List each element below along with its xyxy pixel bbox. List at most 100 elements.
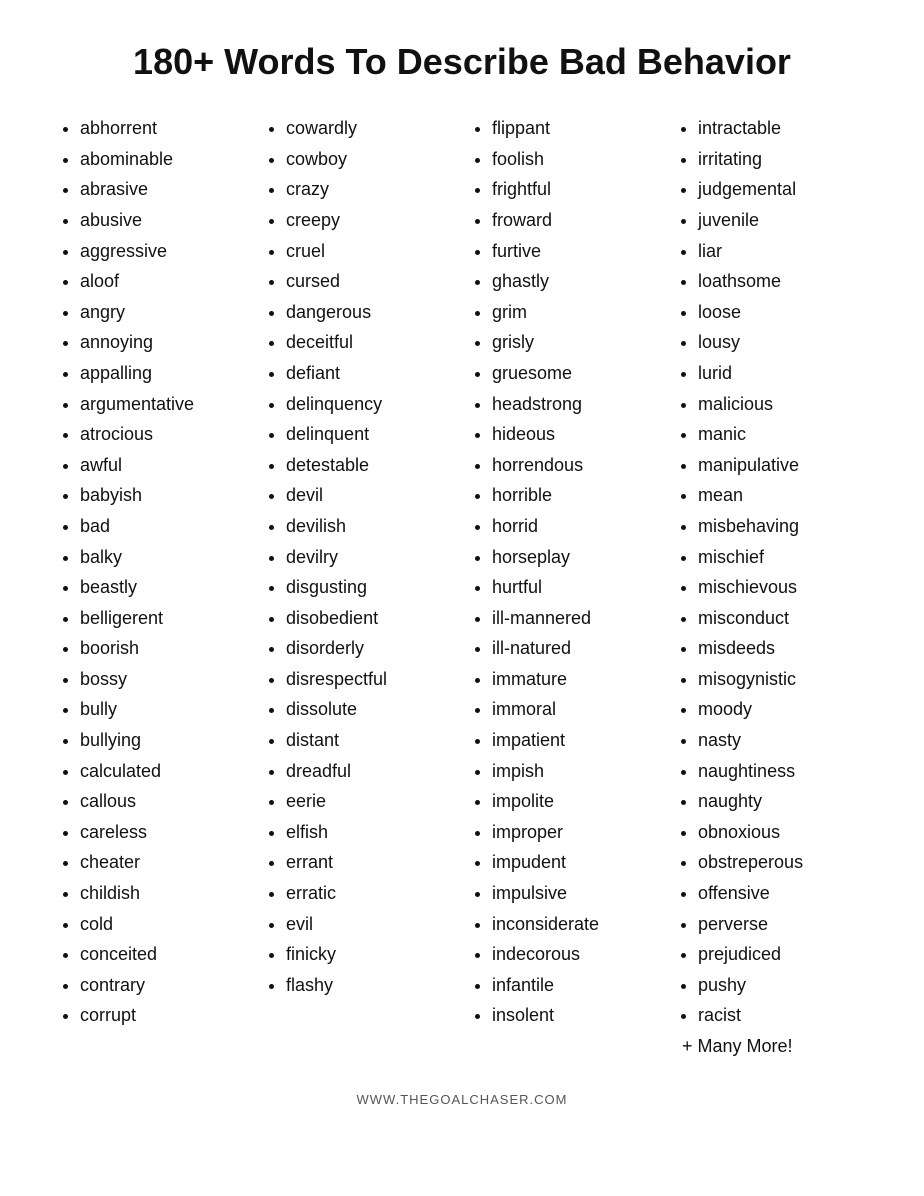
list-item: manic xyxy=(698,419,864,450)
word-columns: abhorrentabominableabrasiveabusiveaggres… xyxy=(50,113,874,1061)
list-item: pushy xyxy=(698,970,864,1001)
list-item: horrible xyxy=(492,480,658,511)
list-item: cursed xyxy=(286,266,452,297)
list-item: abominable xyxy=(80,144,246,175)
list-item: ill-natured xyxy=(492,633,658,664)
list-item: immoral xyxy=(492,694,658,725)
list-item: malicious xyxy=(698,389,864,420)
list-item: erratic xyxy=(286,878,452,909)
list-item: childish xyxy=(80,878,246,909)
list-item: impudent xyxy=(492,847,658,878)
footer-url: WWW.THEGOALCHASER.COM xyxy=(50,1092,874,1107)
list-item: awful xyxy=(80,450,246,481)
list-item: detestable xyxy=(286,450,452,481)
list-item: errant xyxy=(286,847,452,878)
list-item: crazy xyxy=(286,174,452,205)
column-2: cowardlycowboycrazycreepycruelcurseddang… xyxy=(256,113,462,1061)
list-item: delinquent xyxy=(286,419,452,450)
list-item: disgusting xyxy=(286,572,452,603)
list-item: babyish xyxy=(80,480,246,511)
list-item: dangerous xyxy=(286,297,452,328)
list-item: corrupt xyxy=(80,1000,246,1031)
list-item: calculated xyxy=(80,756,246,787)
list-item: impish xyxy=(492,756,658,787)
list-item: misdeeds xyxy=(698,633,864,664)
list-item: abhorrent xyxy=(80,113,246,144)
list-item: belligerent xyxy=(80,603,246,634)
list-item: disorderly xyxy=(286,633,452,664)
list-item: mean xyxy=(698,480,864,511)
list-item: prejudiced xyxy=(698,939,864,970)
list-item: bullying xyxy=(80,725,246,756)
list-item: bossy xyxy=(80,664,246,695)
list-item: impolite xyxy=(492,786,658,817)
list-item: callous xyxy=(80,786,246,817)
list-item: cheater xyxy=(80,847,246,878)
list-item: moody xyxy=(698,694,864,725)
list-item: angry xyxy=(80,297,246,328)
list-item: ill-mannered xyxy=(492,603,658,634)
list-item: cold xyxy=(80,909,246,940)
list-item: creepy xyxy=(286,205,452,236)
list-item: naughty xyxy=(698,786,864,817)
column-3: flippantfoolishfrightfulfrowardfurtivegh… xyxy=(462,113,668,1061)
list-item: bad xyxy=(80,511,246,542)
list-item: naughtiness xyxy=(698,756,864,787)
list-item: devilry xyxy=(286,542,452,573)
list-item: loose xyxy=(698,297,864,328)
list-item: obstreperous xyxy=(698,847,864,878)
list-item: inconsiderate xyxy=(492,909,658,940)
list-item: racist xyxy=(698,1000,864,1031)
list-item: conceited xyxy=(80,939,246,970)
list-item: insolent xyxy=(492,1000,658,1031)
list-item: lurid xyxy=(698,358,864,389)
list-item: appalling xyxy=(80,358,246,389)
column-1: abhorrentabominableabrasiveabusiveaggres… xyxy=(50,113,256,1061)
list-item: improper xyxy=(492,817,658,848)
list-item: annoying xyxy=(80,327,246,358)
list-item: frightful xyxy=(492,174,658,205)
list-item: obnoxious xyxy=(698,817,864,848)
list-item: deceitful xyxy=(286,327,452,358)
list-item: impulsive xyxy=(492,878,658,909)
list-item: furtive xyxy=(492,236,658,267)
column-4: intractableirritatingjudgementaljuvenile… xyxy=(668,113,874,1061)
list-item: dissolute xyxy=(286,694,452,725)
list-item: manipulative xyxy=(698,450,864,481)
list-item: misbehaving xyxy=(698,511,864,542)
list-item: froward xyxy=(492,205,658,236)
list-item: immature xyxy=(492,664,658,695)
list-item: devil xyxy=(286,480,452,511)
list-item: horrid xyxy=(492,511,658,542)
list-item: eerie xyxy=(286,786,452,817)
list-item: loathsome xyxy=(698,266,864,297)
list-item: disobedient xyxy=(286,603,452,634)
list-item: flippant xyxy=(492,113,658,144)
list-item: indecorous xyxy=(492,939,658,970)
more-label: + Many More! xyxy=(678,1031,864,1062)
list-item: nasty xyxy=(698,725,864,756)
list-item: juvenile xyxy=(698,205,864,236)
list-item: aggressive xyxy=(80,236,246,267)
list-item: aloof xyxy=(80,266,246,297)
list-item: impatient xyxy=(492,725,658,756)
list-item: headstrong xyxy=(492,389,658,420)
list-item: elfish xyxy=(286,817,452,848)
list-item: cruel xyxy=(286,236,452,267)
list-item: foolish xyxy=(492,144,658,175)
list-item: abrasive xyxy=(80,174,246,205)
list-item: dreadful xyxy=(286,756,452,787)
list-item: cowardly xyxy=(286,113,452,144)
page-title: 180+ Words To Describe Bad Behavior xyxy=(50,40,874,83)
list-item: judgemental xyxy=(698,174,864,205)
list-item: misogynistic xyxy=(698,664,864,695)
list-item: balky xyxy=(80,542,246,573)
list-item: defiant xyxy=(286,358,452,389)
list-item: argumentative xyxy=(80,389,246,420)
list-item: contrary xyxy=(80,970,246,1001)
list-item: careless xyxy=(80,817,246,848)
list-item: devilish xyxy=(286,511,452,542)
list-item: distant xyxy=(286,725,452,756)
list-item: gruesome xyxy=(492,358,658,389)
list-item: infantile xyxy=(492,970,658,1001)
